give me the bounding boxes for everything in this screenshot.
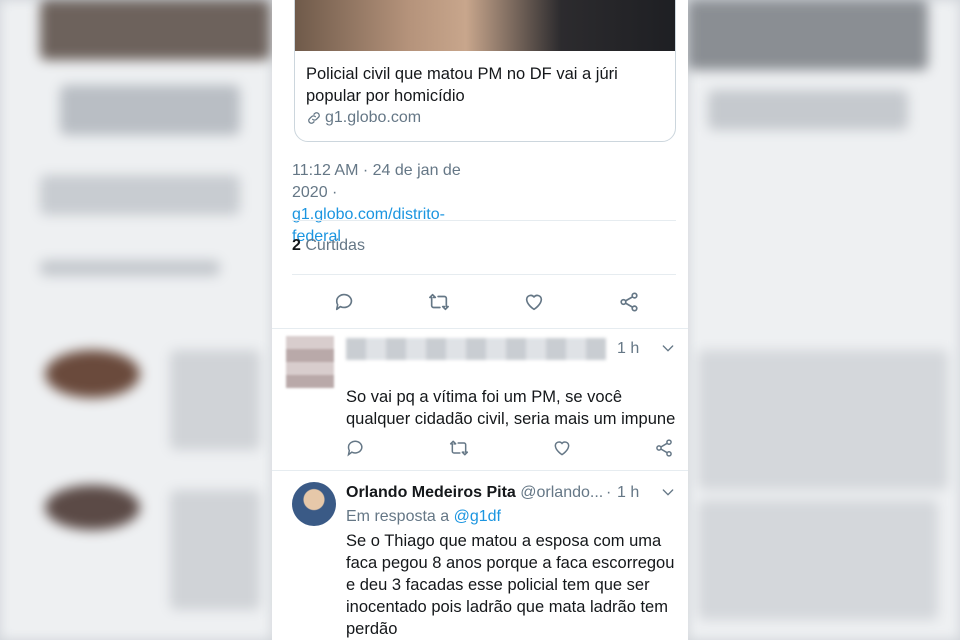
- in-reply-to: Em resposta a @g1df: [346, 508, 501, 526]
- retweet-button[interactable]: [422, 285, 456, 319]
- link-icon: [306, 110, 322, 126]
- retweet-icon: [427, 291, 451, 313]
- author-name: Orlando Medeiros Pita: [346, 484, 516, 501]
- reply-item[interactable]: Orlando Medeiros Pita @orlando... · 1 h …: [272, 472, 688, 640]
- in-reply-label: Em resposta a: [346, 508, 450, 525]
- card-domain: g1.globo.com: [306, 109, 421, 127]
- share-button[interactable]: [612, 285, 646, 319]
- likes-label: Curtidas: [305, 237, 365, 254]
- reply-text: So vai pq a vítima foi um PM, se você qu…: [346, 388, 676, 428]
- reply-time: 1 h: [617, 340, 640, 357]
- author-handle: @orlando...: [520, 484, 604, 501]
- reply-icon[interactable]: [346, 438, 366, 458]
- divider: [292, 274, 676, 275]
- reply-time: 1 h: [617, 484, 640, 501]
- share-icon: [618, 291, 640, 313]
- chevron-down-icon[interactable]: [660, 340, 676, 356]
- card-domain-text: g1.globo.com: [325, 109, 422, 126]
- blurred-background-right: [688, 0, 960, 640]
- card-title: Policial civil que matou PM no DF vai a …: [306, 65, 618, 105]
- reply-button[interactable]: [328, 285, 362, 319]
- link-preview-card[interactable]: Policial civil que matou PM no DF vai a …: [294, 0, 676, 142]
- reply-actions: [346, 436, 676, 462]
- reply-text: Se o Thiago que matou a esposa com uma f…: [346, 532, 675, 638]
- in-reply-handle[interactable]: @g1df: [454, 508, 501, 525]
- divider: [292, 220, 676, 221]
- likes-number: 2: [292, 237, 301, 254]
- reply-author[interactable]: Orlando Medeiros Pita @orlando...: [346, 484, 603, 502]
- author-name-blurred: [346, 338, 606, 360]
- like-icon[interactable]: [552, 438, 572, 458]
- avatar[interactable]: [286, 336, 334, 388]
- card-image: [295, 0, 675, 51]
- retweet-icon[interactable]: [448, 438, 470, 458]
- tweet-metadata: 11:12 AM · 24 de jan de 2020 · g1.globo.…: [292, 160, 492, 248]
- reply-icon: [334, 291, 356, 313]
- dot-separator: ·: [606, 484, 612, 501]
- tweet-actions: [292, 285, 676, 319]
- blurred-background-left: [0, 0, 272, 640]
- reply-item[interactable]: 1 h So vai pq a vítima foi um PM, se voc…: [272, 328, 688, 470]
- avatar[interactable]: [292, 482, 336, 526]
- tweet-timestamp: 11:12 AM · 24 de jan de 2020 ·: [292, 162, 461, 201]
- like-icon: [523, 291, 545, 313]
- divider: [272, 470, 688, 471]
- like-button[interactable]: [517, 285, 551, 319]
- tweet-detail-view: Policial civil que matou PM no DF vai a …: [272, 0, 688, 640]
- likes-count[interactable]: 2 Curtidas: [292, 237, 365, 255]
- share-icon[interactable]: [654, 438, 674, 458]
- chevron-down-icon[interactable]: [660, 484, 676, 500]
